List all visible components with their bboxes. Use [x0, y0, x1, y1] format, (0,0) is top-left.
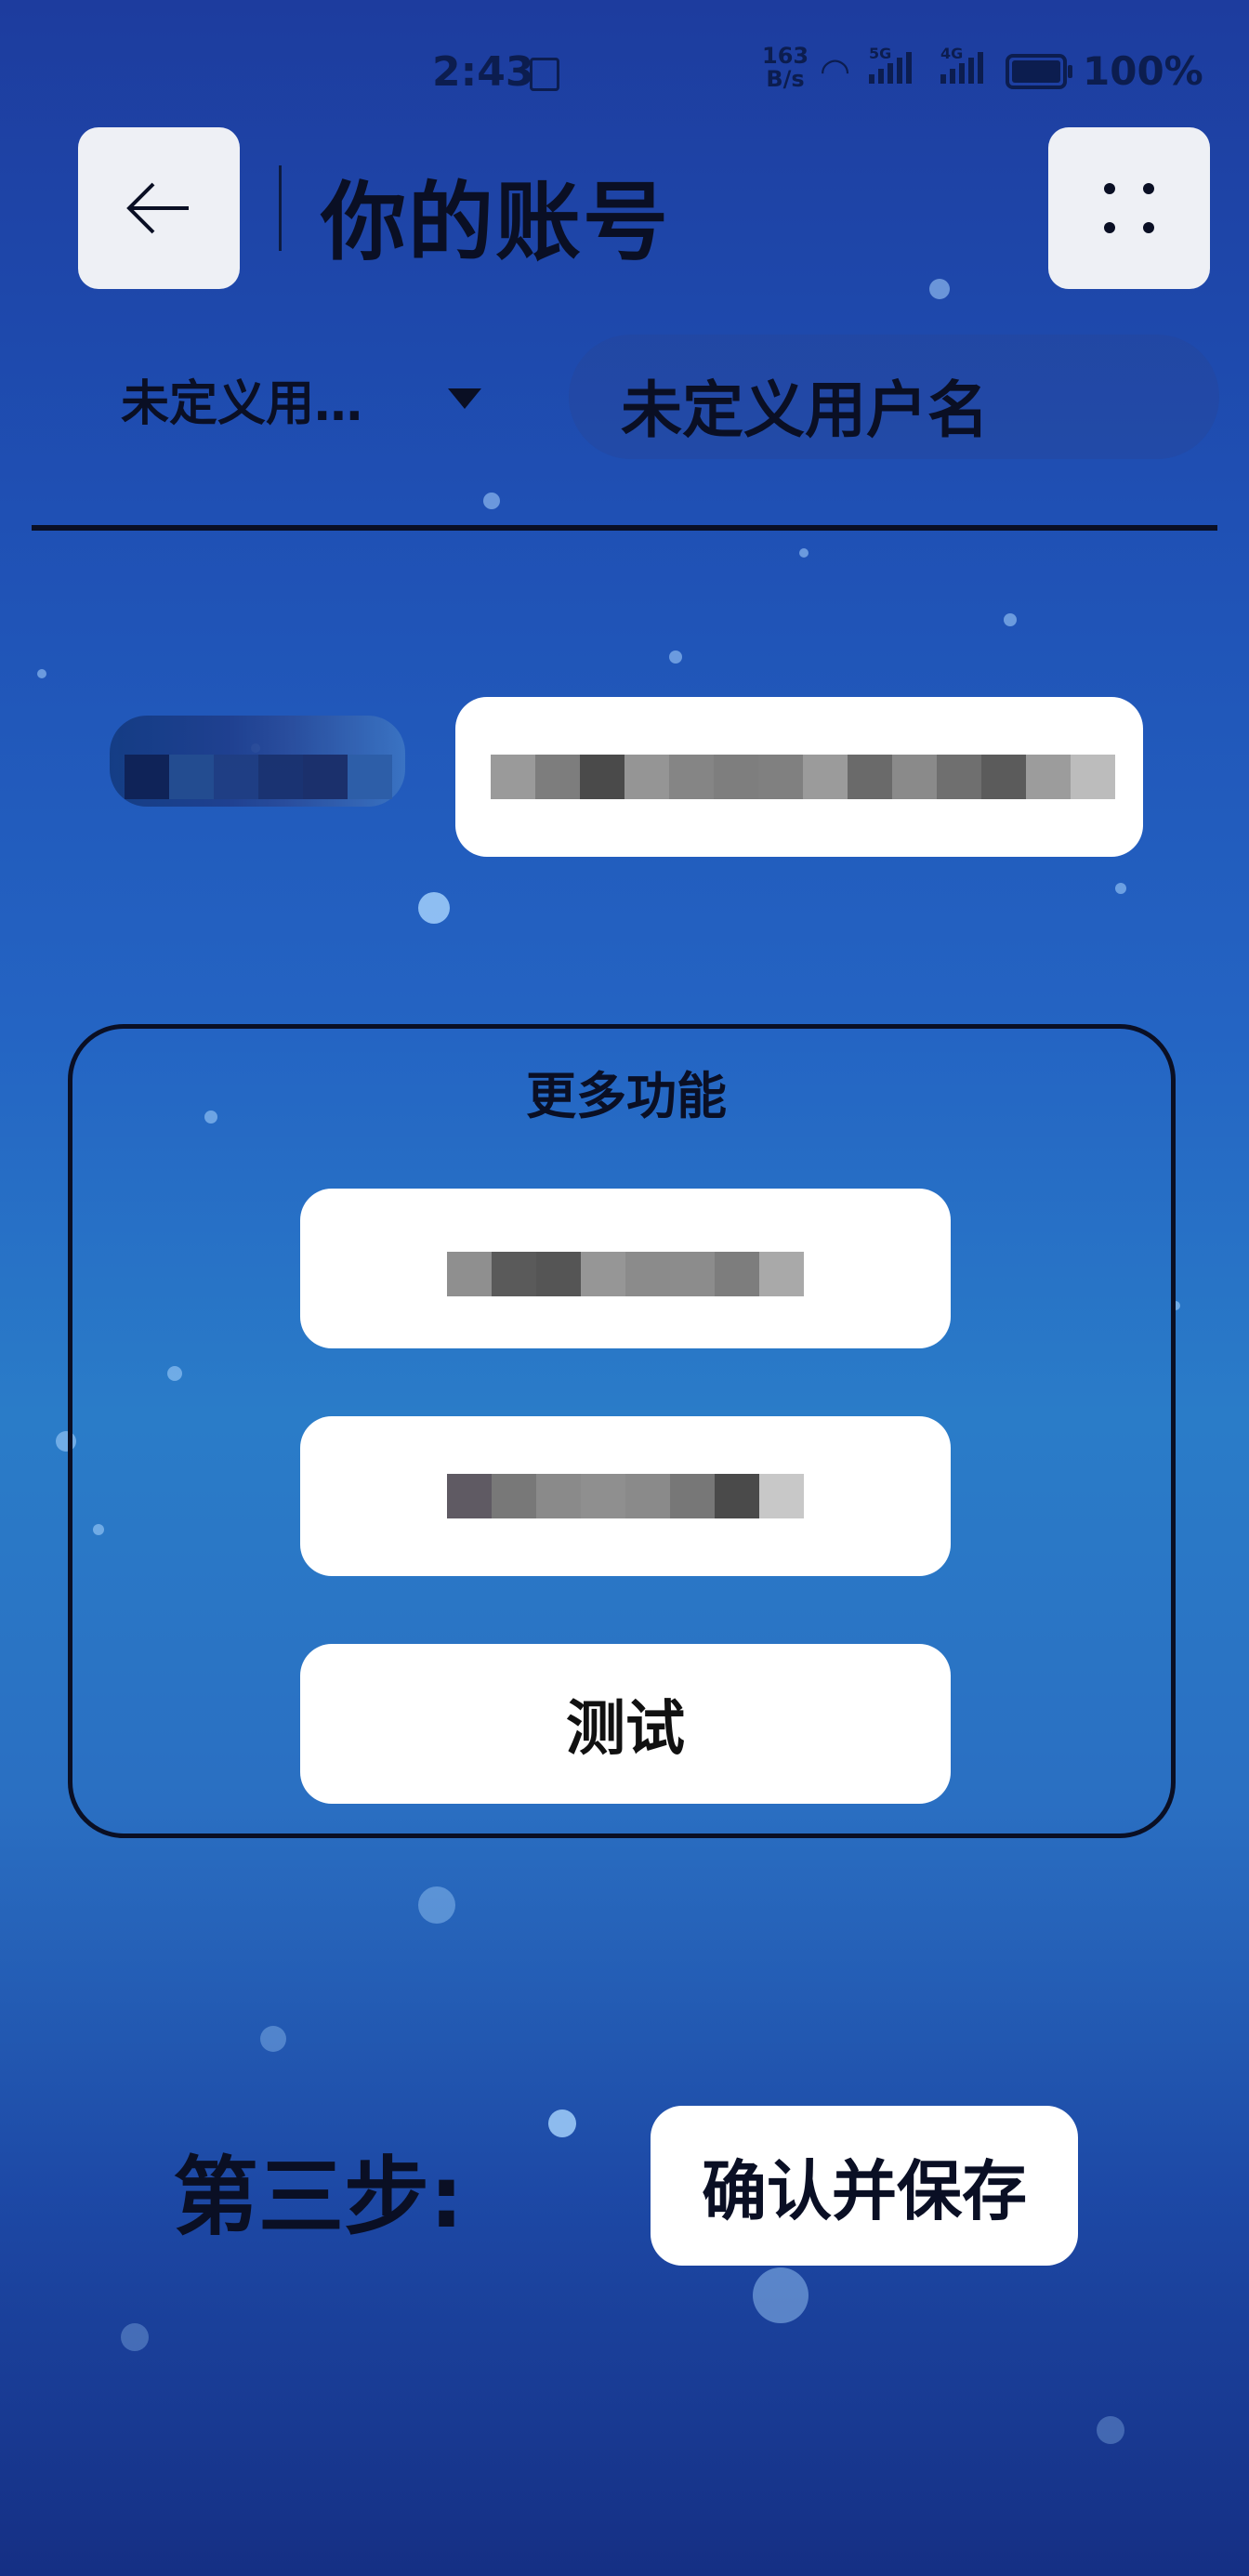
step-three-label: 第三步:	[173, 2148, 464, 2247]
battery-percent: 100%	[1083, 48, 1203, 94]
dropdown-arrow-icon[interactable]	[448, 388, 481, 409]
redacted-label	[110, 716, 405, 807]
menu-button[interactable]	[1048, 127, 1210, 289]
test-button[interactable]: 测试	[300, 1644, 951, 1804]
header-divider	[279, 165, 282, 251]
panel-title: 更多功能	[526, 1067, 727, 1125]
notification-icon	[530, 58, 559, 91]
four-dots-icon	[1104, 183, 1154, 233]
feature-button-2[interactable]	[300, 1416, 951, 1576]
username-text: 未定义用户名	[621, 375, 989, 446]
status-bar: 2:43 163 B/s ◠ 5G 4G 100%	[0, 35, 1249, 110]
confirm-save-button[interactable]: 确认并保存	[651, 2106, 1078, 2266]
network-speed: 163 B/s	[762, 43, 809, 92]
signal-icon: 4G	[940, 45, 983, 84]
account-dropdown[interactable]: 未定义用…	[121, 364, 362, 434]
status-time: 2:43	[432, 48, 534, 96]
feature-button-1[interactable]	[300, 1189, 951, 1348]
more-features-panel: 更多功能 测试	[68, 1024, 1176, 1838]
arrow-left-icon	[126, 182, 189, 234]
back-button[interactable]	[78, 127, 240, 289]
signal-icon: 5G	[869, 45, 912, 84]
redacted-input[interactable]	[455, 697, 1143, 857]
username-field[interactable]: 未定义用户名	[569, 335, 1219, 459]
page-title: 你的账号	[321, 173, 671, 272]
wifi-icon: ◠	[820, 50, 851, 91]
section-divider	[32, 525, 1217, 531]
battery-icon	[1006, 54, 1072, 89]
